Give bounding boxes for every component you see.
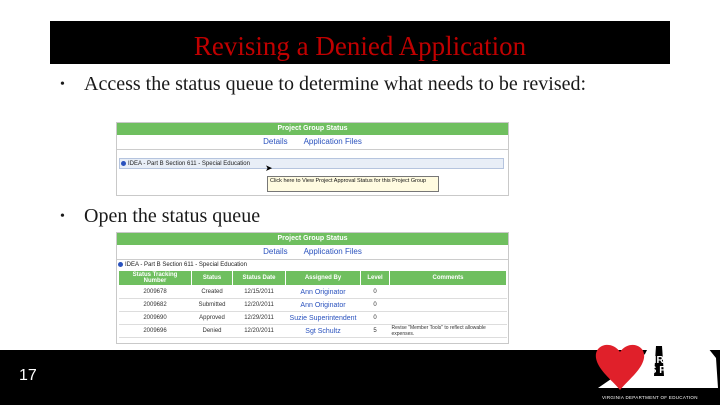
status-comments <box>389 298 507 312</box>
tab-details[interactable]: Details <box>263 245 287 259</box>
logo-text: VIRGINIA IS FOR LEARNERS <box>647 356 702 386</box>
project-group-status-header: Project Group Status <box>117 233 508 245</box>
status-screenshot-2: Project Group Status Details Application… <box>116 232 509 344</box>
status-number: 2009696 <box>118 324 192 338</box>
table-header-row: Status Tracking Number Status Status Dat… <box>118 270 507 286</box>
bullet-2: • Open the status queue <box>60 204 460 229</box>
status-value: Submitted <box>191 298 233 312</box>
status-level: 0 <box>360 298 390 312</box>
program-row[interactable]: IDEA - Part B Section 611 - Special Educ… <box>119 158 504 169</box>
table-row: 2009690 Approved 12/29/2011 Suzie Superi… <box>118 311 507 325</box>
bullet-text: Access the status queue to determine wha… <box>84 73 587 95</box>
table-row: 2009678 Created 12/15/2011 Ann Originato… <box>118 285 507 299</box>
page-number: 17 <box>19 367 37 384</box>
status-date: 12/20/2011 <box>232 298 286 312</box>
tab-application-files[interactable]: Application Files <box>304 245 362 259</box>
program-name: IDEA - Part B Section 611 - Special Educ… <box>128 161 250 167</box>
program-name: IDEA - Part B Section 611 - Special Educ… <box>125 262 247 268</box>
tab-bar: Details Application Files <box>117 135 508 150</box>
logo-line: LEARNERS <box>647 375 703 386</box>
project-group-status-header: Project Group Status <box>117 123 508 135</box>
assigned-by-link[interactable]: Suzie Superintendent <box>285 311 361 325</box>
logo-subtitle: VIRGINIA DEPARTMENT OF EDUCATION <box>602 395 698 400</box>
col-comments: Comments <box>389 270 507 286</box>
bullet-1: • Access the status queue to determine w… <box>60 72 590 97</box>
status-value: Created <box>191 285 233 299</box>
tooltip: Click here to View Project Approval Stat… <box>267 176 439 192</box>
col-level: Level <box>360 270 390 286</box>
tab-bar: Details Application Files <box>117 245 508 260</box>
status-comments <box>389 285 507 299</box>
pointer-icon: ➤ <box>265 163 273 173</box>
bullet-text: Open the status queue <box>84 205 261 227</box>
status-queue-table: Status Tracking Number Status Status Dat… <box>118 270 507 338</box>
table-row: 2009682 Submitted 12/20/2011 Ann Origina… <box>118 298 507 312</box>
status-date: 12/20/2011 <box>232 324 286 338</box>
program-row[interactable]: IDEA - Part B Section 611 - Special Educ… <box>117 260 508 270</box>
virginia-is-for-learners-logo <box>595 304 718 390</box>
status-date: 12/29/2011 <box>232 311 286 325</box>
table-row: 2009696 Denied 12/20/2011 Sgt Schultz 5 … <box>118 324 507 338</box>
status-level: 5 <box>360 324 390 338</box>
status-value: Denied <box>191 324 233 338</box>
status-number: 2009678 <box>118 285 192 299</box>
status-level: 0 <box>360 311 390 325</box>
status-number: 2009690 <box>118 311 192 325</box>
col-status-tracking-number: Status Tracking Number <box>118 270 192 286</box>
status-comments <box>389 311 507 325</box>
col-status: Status <box>191 270 233 286</box>
status-date: 12/15/2011 <box>232 285 286 299</box>
tab-application-files[interactable]: Application Files <box>304 135 362 149</box>
info-icon[interactable] <box>118 262 123 267</box>
assigned-by-link[interactable]: Ann Originator <box>285 285 361 299</box>
status-level: 0 <box>360 285 390 299</box>
status-value: Approved <box>191 311 233 325</box>
status-number: 2009682 <box>118 298 192 312</box>
bullet-dot: • <box>60 209 65 224</box>
info-icon[interactable] <box>121 161 126 166</box>
slide-title-bar: Revising a Denied Application <box>50 21 670 64</box>
status-screenshot-1: Project Group Status Details Application… <box>116 122 509 196</box>
col-status-date: Status Date <box>232 270 286 286</box>
bullet-dot: • <box>60 77 65 92</box>
tab-details[interactable]: Details <box>263 135 287 149</box>
slide-title: Revising a Denied Application <box>193 31 527 61</box>
status-comments: Revise "Member Tools" to reflect allowab… <box>389 324 507 338</box>
assigned-by-link[interactable]: Sgt Schultz <box>285 324 361 338</box>
col-assigned-by: Assigned By <box>285 270 361 286</box>
assigned-by-link[interactable]: Ann Originator <box>285 298 361 312</box>
